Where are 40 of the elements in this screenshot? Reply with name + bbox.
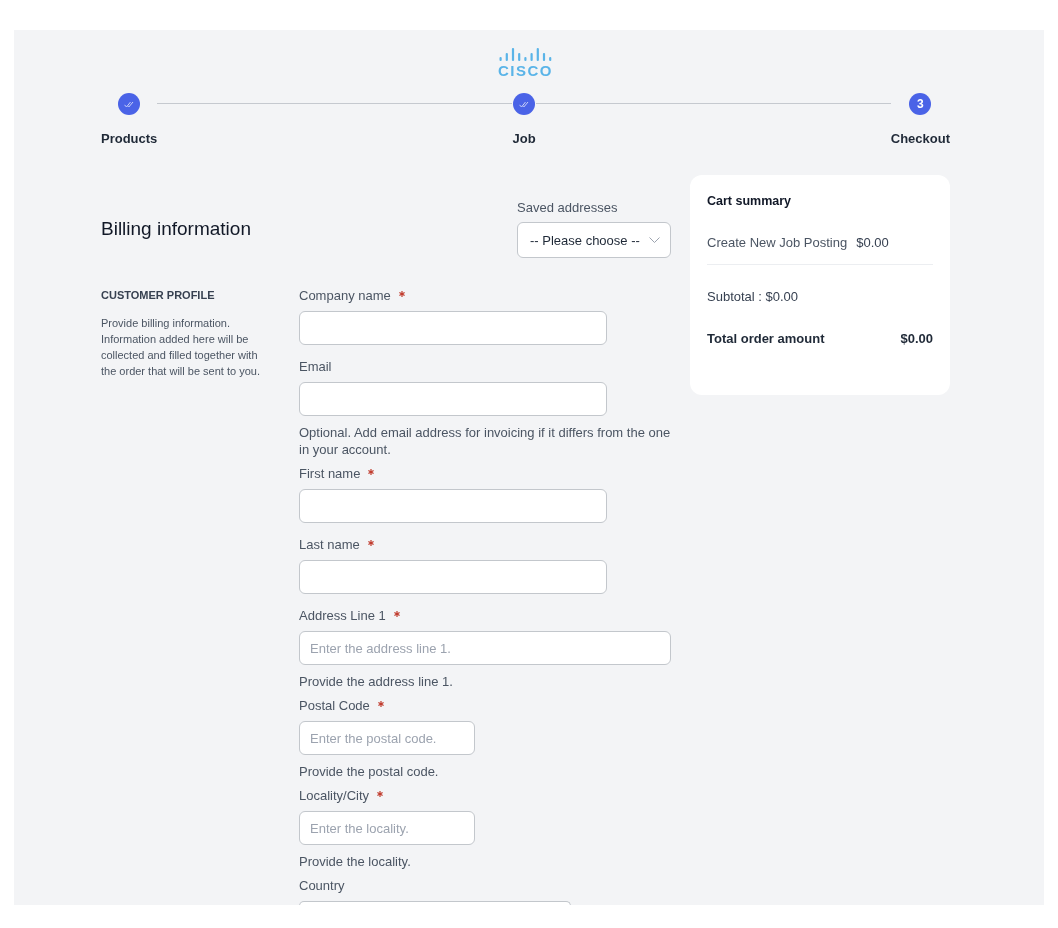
help-text: Optional. Add email address for invoicing if it differs from the one in your account. [299,424,671,458]
step-label: Products [101,131,158,147]
total-amount: $0.00 [900,331,933,347]
help-text: Provide the address line 1. [299,673,454,690]
input-field[interactable] [299,489,607,523]
field-label: Company name [299,288,391,304]
check-icon [519,100,530,108]
input-field[interactable] [299,311,607,345]
help-text: Provide the postal code. [299,763,440,780]
field-label: First name [299,466,361,482]
input-field[interactable] [299,560,607,594]
field-label: Country [299,878,345,894]
input-field[interactable] [299,382,607,416]
field-label: Postal Code [299,698,370,714]
field-label: Email [299,359,332,375]
field-label: Locality/City [299,788,370,804]
item-name: Create New Job Posting [707,235,848,251]
input-field[interactable]: Enter the postal code. [299,721,475,755]
input-field[interactable]: Enter the locality. [299,811,475,845]
help-text: Provide the locality. [299,853,412,870]
field-label: Last name [299,537,360,553]
select-label: Saved addresses [517,200,619,215]
section-heading: Billing information [101,217,251,241]
saved-addresses-select[interactable]: -- Please choose -- [517,222,671,258]
step-number: 3 [909,93,932,115]
input-field[interactable] [299,901,571,905]
step-label: Checkout [890,131,950,147]
total-label: Total order amount [707,331,825,347]
logo-bars-icon [498,47,553,62]
field-label: Address Line 1 [299,608,386,624]
card-title: Cart summary [707,193,793,209]
logo-text: CISCO [498,64,553,78]
profile-title: CUSTOMER PROFILE [101,288,216,302]
profile-description: Provide billing information. Information added here will be collected and filled together with the order that will be sent to you. [101,316,261,379]
chevron-down-icon [649,237,660,243]
input-field[interactable]: Enter the address line 1. [299,631,671,665]
step-label: Job [512,131,536,147]
item-price: $0.00 [856,235,889,251]
check-icon [124,100,135,108]
subtotal-text: Subtotal : $0.00 [707,289,800,305]
